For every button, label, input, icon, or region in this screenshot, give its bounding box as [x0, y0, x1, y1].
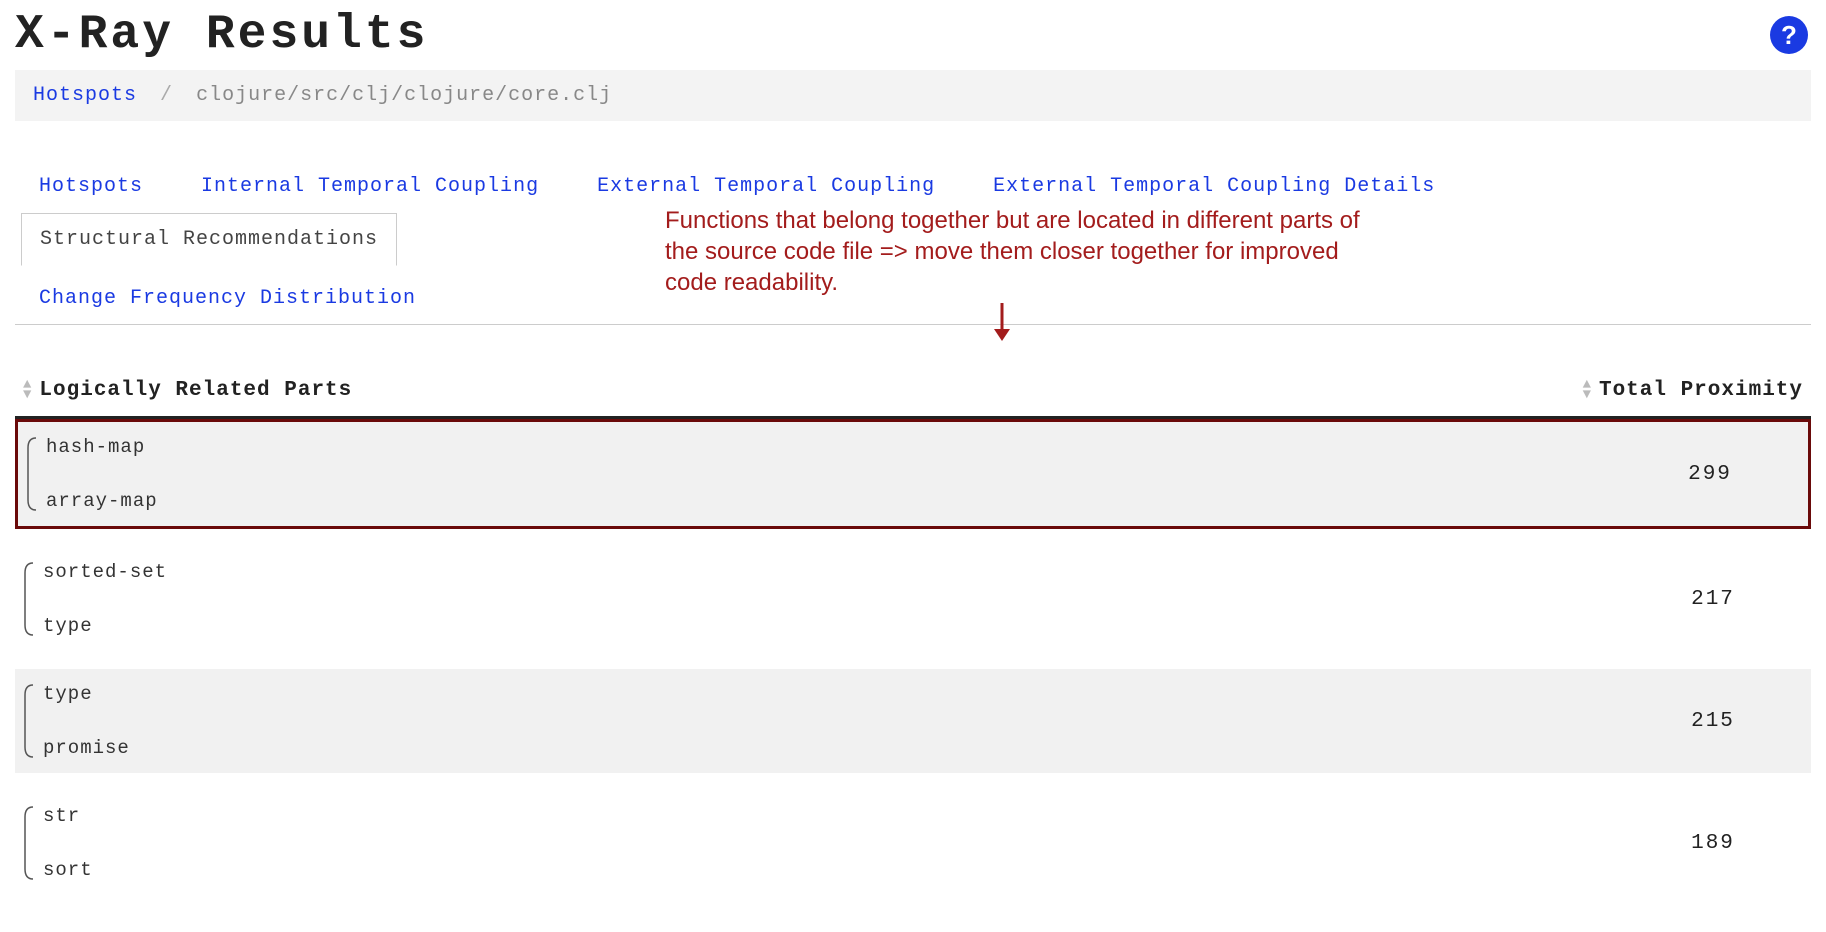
- table-row[interactable]: sorted-set type 217: [15, 547, 1811, 651]
- annotation-text: Functions that belong together but are l…: [665, 205, 1385, 299]
- tab-change-frequency-distribution[interactable]: Change Frequency Distribution: [21, 273, 434, 324]
- proximity-value: 299: [1620, 434, 1800, 514]
- page-title: X-Ray Results: [15, 8, 428, 62]
- breadcrumb: Hotspots / clojure/src/clj/clojure/core.…: [15, 70, 1811, 121]
- bracket-icon: [22, 434, 40, 514]
- tab-structural-recommendations[interactable]: Structural Recommendations: [21, 213, 397, 266]
- bracket-icon: [19, 803, 37, 883]
- proximity-value: 217: [1623, 559, 1803, 639]
- table-row[interactable]: type promise 215: [15, 669, 1811, 773]
- function-name-a: hash-map: [46, 436, 1620, 458]
- table-header: ▲▼ Logically Related Parts ▲▼ Total Prox…: [15, 357, 1811, 419]
- column-header-logically-related[interactable]: Logically Related Parts: [39, 379, 352, 402]
- breadcrumb-root-link[interactable]: Hotspots: [33, 84, 137, 107]
- table-row[interactable]: str sort 189: [15, 791, 1811, 895]
- tab-hotspots[interactable]: Hotspots: [21, 161, 161, 212]
- function-name-b: array-map: [46, 490, 1620, 512]
- sort-icon[interactable]: ▲▼: [1583, 381, 1591, 401]
- function-name-b: sort: [43, 859, 1623, 881]
- help-icon[interactable]: ?: [1770, 16, 1808, 54]
- function-name-a: type: [43, 683, 1623, 705]
- sort-icon[interactable]: ▲▼: [23, 381, 31, 401]
- tab-internal-temporal-coupling[interactable]: Internal Temporal Coupling: [183, 161, 557, 212]
- proximity-value: 215: [1623, 681, 1803, 761]
- breadcrumb-separator: /: [160, 84, 173, 107]
- column-header-total-proximity[interactable]: Total Proximity: [1599, 379, 1803, 402]
- annotation-arrow-icon: [990, 303, 1014, 341]
- breadcrumb-current: clojure/src/clj/clojure/core.clj: [196, 84, 612, 107]
- function-name-a: sorted-set: [43, 561, 1623, 583]
- function-name-b: type: [43, 615, 1623, 637]
- function-name-a: str: [43, 805, 1623, 827]
- table-row[interactable]: hash-map array-map 299: [15, 419, 1811, 529]
- bracket-icon: [19, 559, 37, 639]
- bracket-icon: [19, 681, 37, 761]
- function-name-b: promise: [43, 737, 1623, 759]
- proximity-value: 189: [1623, 803, 1803, 883]
